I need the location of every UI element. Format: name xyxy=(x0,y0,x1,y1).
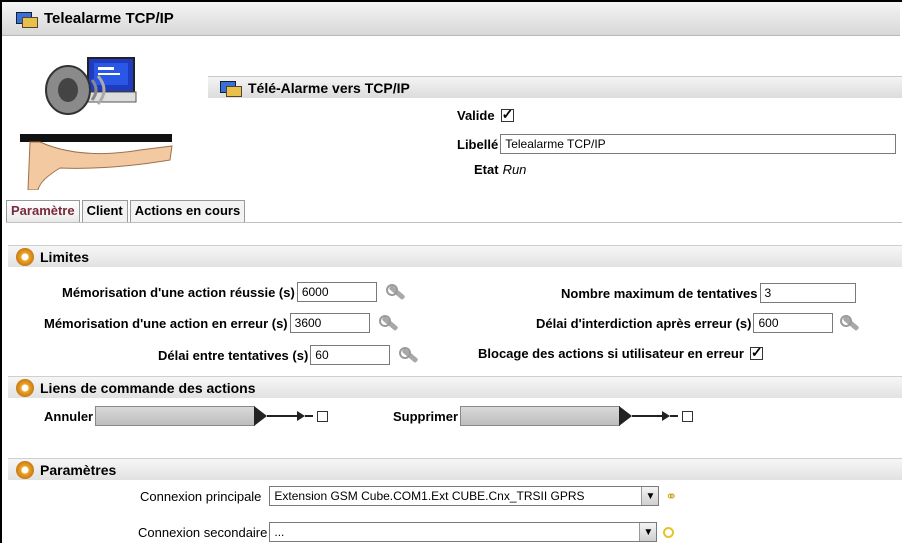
blocage-label: Blocage des actions si utilisateur en er… xyxy=(478,346,744,361)
supprimer-label: Supprimer xyxy=(393,408,459,424)
annuler-link-field[interactable] xyxy=(95,406,256,426)
annuler-row: Annuler xyxy=(44,406,329,426)
supprimer-link-arrow xyxy=(619,406,679,426)
gear-icon xyxy=(16,460,34,479)
connexion-secondaire-select[interactable]: ... ▼ xyxy=(269,522,658,542)
nb-max-input[interactable] xyxy=(759,283,856,303)
connexion-principale-value: Extension GSM Cube.COM1.Ext CUBE.Cnx_TRS… xyxy=(274,489,585,503)
telealarm-illustration-icon xyxy=(20,57,173,190)
wrench-icon[interactable] xyxy=(385,283,407,301)
libelle-label: Libellé xyxy=(457,136,499,152)
memo-erreur-label: Mémorisation d'une action en erreur (s) xyxy=(44,315,288,331)
valide-checkbox[interactable] xyxy=(500,106,514,123)
memo-reussie-label: Mémorisation d'une action réussie (s) xyxy=(62,284,295,300)
limites-group-header: Limites xyxy=(8,245,902,267)
connexion-principale-select[interactable]: Extension GSM Cube.COM1.Ext CUBE.Cnx_TRS… xyxy=(269,486,660,506)
etat-label: Etat xyxy=(474,162,499,177)
tab-actions-en-cours[interactable]: Actions en cours xyxy=(129,200,246,222)
status-circle-icon xyxy=(663,526,675,538)
annuler-checkbox[interactable] xyxy=(317,410,329,422)
wrench-icon[interactable] xyxy=(398,346,420,364)
supprimer-checkbox[interactable] xyxy=(682,410,694,422)
link-chain-icon[interactable]: ⚭ xyxy=(665,488,677,505)
limites-title: Limites xyxy=(40,248,90,265)
blocage-row: Blocage des actions si utilisateur en er… xyxy=(478,344,763,361)
memo-erreur-input[interactable] xyxy=(289,313,370,333)
dropdown-arrow-icon[interactable]: ▼ xyxy=(639,523,657,541)
nb-max-label: Nombre maximum de tentatives xyxy=(561,285,758,301)
libelle-input[interactable] xyxy=(500,134,897,154)
network-icon xyxy=(220,80,242,97)
supprimer-link-field[interactable] xyxy=(460,406,621,426)
connexion-secondaire-label: Connexion secondaire xyxy=(138,524,268,540)
liens-group-header: Liens de commande des actions xyxy=(8,376,902,398)
annuler-label: Annuler xyxy=(44,408,94,424)
wrench-icon[interactable] xyxy=(839,314,861,332)
delai-tentatives-row: Délai entre tentatives (s) xyxy=(158,345,420,365)
etat-value: Run xyxy=(502,162,527,177)
tab-parametre[interactable]: Paramètre xyxy=(6,200,80,222)
wrench-icon[interactable] xyxy=(378,314,400,332)
memo-reussie-row: Mémorisation d'une action réussie (s) xyxy=(62,282,407,302)
supprimer-row: Supprimer xyxy=(393,406,694,426)
nb-max-row: Nombre maximum de tentatives xyxy=(561,283,856,303)
connexion-secondaire-row: Connexion secondaire ... ▼ xyxy=(138,522,675,542)
section-title: Télé-Alarme vers TCP/IP xyxy=(248,79,410,96)
etat-row: Etat Run xyxy=(474,162,526,177)
window-titlebar: Telealarme TCP/IP xyxy=(2,2,900,36)
libelle-row: Libellé xyxy=(457,134,897,154)
tab-bar: Paramètre Client Actions en cours xyxy=(6,200,247,222)
telealarm-section-header: Télé-Alarme vers TCP/IP xyxy=(208,76,902,98)
blocage-checkbox[interactable] xyxy=(749,344,763,361)
annuler-link-arrow xyxy=(254,406,314,426)
connexion-secondaire-value: ... xyxy=(274,525,285,539)
gear-icon xyxy=(16,378,34,397)
gear-icon xyxy=(16,247,34,266)
network-icon xyxy=(16,11,38,28)
valide-label: Valide xyxy=(457,108,495,123)
delai-tentatives-label: Délai entre tentatives (s) xyxy=(158,347,309,363)
connexion-principale-row: Connexion principale Extension GSM Cube.… xyxy=(140,486,677,506)
delai-interdiction-input[interactable] xyxy=(753,313,834,333)
delai-tentatives-input[interactable] xyxy=(310,345,391,365)
delai-interdiction-label: Délai d'interdiction après erreur (s) xyxy=(536,315,752,331)
parametres-title: Paramètres xyxy=(40,461,117,478)
liens-title: Liens de commande des actions xyxy=(40,379,256,396)
memo-erreur-row: Mémorisation d'une action en erreur (s) xyxy=(44,313,400,333)
tab-divider xyxy=(6,222,902,223)
dropdown-arrow-icon[interactable]: ▼ xyxy=(641,487,659,505)
tab-client[interactable]: Client xyxy=(81,200,128,222)
parametres-group-header: Paramètres xyxy=(8,458,902,480)
delai-interdiction-row: Délai d'interdiction après erreur (s) xyxy=(536,313,861,333)
valide-row: Valide xyxy=(457,106,514,123)
connexion-principale-label: Connexion principale xyxy=(140,488,262,504)
memo-reussie-input[interactable] xyxy=(296,282,377,302)
window-title: Telealarme TCP/IP xyxy=(44,10,174,27)
